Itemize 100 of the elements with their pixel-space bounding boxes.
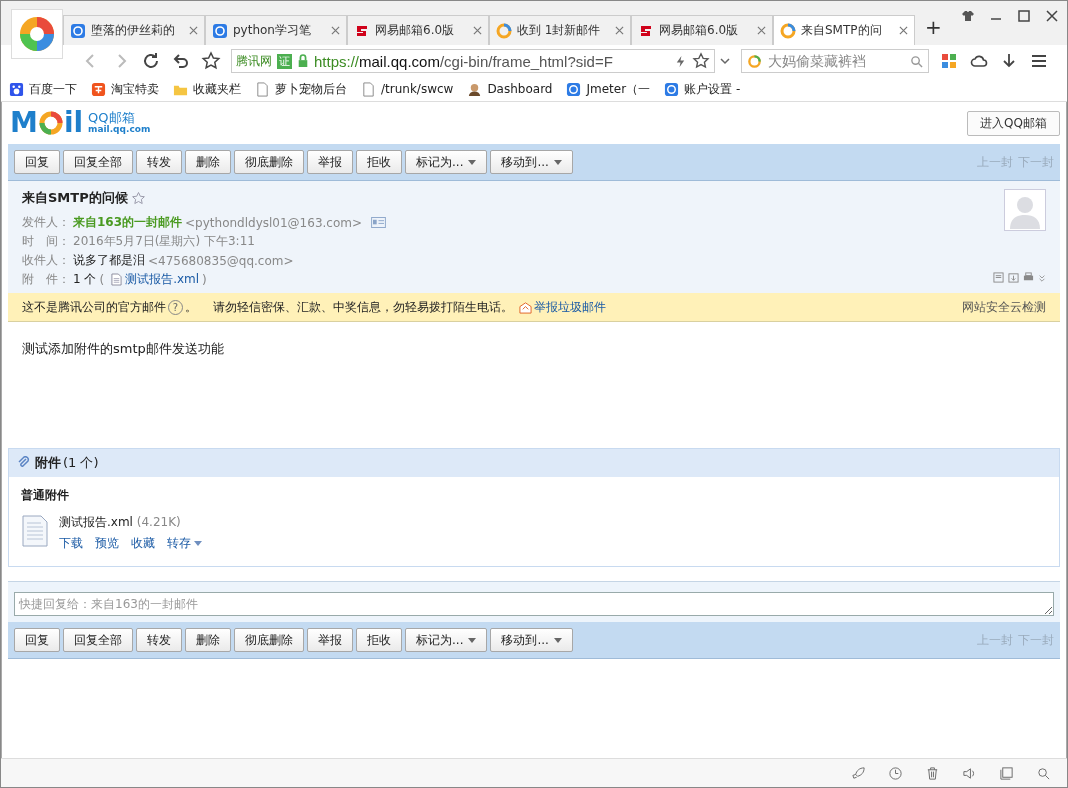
toolbar-button[interactable]: 移动到... xyxy=(490,150,573,174)
toolbar-button[interactable]: 转发 xyxy=(136,628,182,652)
toolbar-button[interactable]: 举报 xyxy=(307,150,353,174)
close-icon[interactable] xyxy=(757,26,766,35)
toolbar-button[interactable]: 标记为... xyxy=(405,150,488,174)
report-spam-link[interactable]: 举报垃圾邮件 xyxy=(534,298,606,316)
security-check-link[interactable]: 网站安全云检测 xyxy=(962,298,1046,316)
app-icon xyxy=(566,81,582,97)
recipient-name[interactable]: 说多了都是泪 xyxy=(73,252,145,269)
toolbar-button[interactable]: 彻底删除 xyxy=(234,628,304,652)
attachment-count: 1 个 xyxy=(73,271,97,288)
maximize-icon[interactable] xyxy=(1017,9,1031,23)
browser-tab[interactable]: 网易邮箱6.0版 xyxy=(631,15,773,45)
bookmark-link[interactable]: 淘宝特卖 xyxy=(91,80,159,98)
close-icon[interactable] xyxy=(1045,9,1059,23)
toolbar-button[interactable]: 回复 xyxy=(14,150,60,174)
toolbar-button[interactable]: 标记为... xyxy=(405,628,488,652)
window-icon[interactable] xyxy=(999,765,1014,781)
browser-logo-icon[interactable] xyxy=(11,9,63,59)
contact-card-icon[interactable] xyxy=(371,217,387,228)
avatar-icon xyxy=(1004,189,1046,231)
toolbar-button[interactable]: 拒收 xyxy=(356,150,402,174)
field-label: 附 件： xyxy=(22,271,70,288)
attachment-action-link[interactable]: 收藏 xyxy=(131,535,155,552)
bookmark-link[interactable]: Jmeter（一 xyxy=(566,80,651,98)
lightning-icon[interactable] xyxy=(674,54,687,68)
star-icon[interactable] xyxy=(130,190,146,206)
clock-icon[interactable] xyxy=(888,765,903,781)
quick-reply-field[interactable]: 快捷回复给：来自163的一封邮件 xyxy=(14,592,1054,616)
close-icon[interactable] xyxy=(615,26,624,35)
speaker-icon[interactable] xyxy=(962,765,977,781)
toolbar-button[interactable]: 彻底删除 xyxy=(234,150,304,174)
field-label: 发件人： xyxy=(22,214,70,231)
bookmark-link[interactable]: 收藏夹栏 xyxy=(173,80,241,98)
browser-tab[interactable]: 堕落的伊丝莉的 xyxy=(63,15,205,45)
document-icon xyxy=(111,273,123,286)
field-label: 时 间： xyxy=(22,233,70,250)
attachment-action-link[interactable]: 下载 xyxy=(59,535,83,552)
toolbar-button[interactable]: 移动到... xyxy=(490,628,573,652)
sent-time: 2016年5月7日(星期六) 下午3:11 xyxy=(73,233,255,250)
certificate-badge: 证 xyxy=(277,53,292,69)
toolbar-button[interactable]: 拒收 xyxy=(356,628,402,652)
ring-icon xyxy=(780,22,796,39)
undo-icon[interactable] xyxy=(171,51,191,71)
paw-icon xyxy=(9,81,24,97)
recipient-address: <475680835@qq.com> xyxy=(148,253,294,268)
toolbar-button[interactable]: 回复全部 xyxy=(63,628,133,652)
search-icon[interactable] xyxy=(910,55,923,68)
paren-text: ) xyxy=(202,272,207,287)
toolbar-button[interactable]: 删除 xyxy=(185,628,231,652)
zoom-icon[interactable] xyxy=(1036,765,1051,781)
toolbar-button[interactable]: 回复全部 xyxy=(63,150,133,174)
app-icon xyxy=(70,22,86,39)
bookmark-link[interactable]: 账户设置 - xyxy=(664,80,741,98)
browser-tab[interactable]: python学习笔 xyxy=(205,15,347,45)
enter-mailbox-button[interactable]: 进入QQ邮箱 xyxy=(967,110,1060,136)
save-icon[interactable] xyxy=(1008,272,1019,283)
new-tab-button[interactable]: + xyxy=(915,15,952,45)
sender-address: <pythondldysl01@163.com> xyxy=(185,215,363,230)
browser-tab[interactable]: 收到 1封新邮件 xyxy=(489,15,631,45)
shirt-icon[interactable] xyxy=(961,9,975,23)
close-icon[interactable] xyxy=(473,26,482,35)
attachment-action-link[interactable]: 转存 xyxy=(167,535,202,552)
browser-tab[interactable]: 来自SMTP的问 xyxy=(773,15,915,45)
mail-subject: 来自SMTP的问候 xyxy=(22,189,128,207)
attachment-action-link[interactable]: 预览 xyxy=(95,535,119,552)
search-field[interactable]: 大妈偷菜藏裤裆 xyxy=(741,49,929,73)
star-icon[interactable] xyxy=(201,51,221,71)
close-icon[interactable] xyxy=(189,26,198,35)
file-size: (4.21K) xyxy=(136,515,181,529)
star-icon[interactable] xyxy=(692,52,710,70)
toolbar-button[interactable]: 举报 xyxy=(307,628,353,652)
warning-text: 这不是腾讯公司的官方邮件 xyxy=(22,298,166,316)
note-icon[interactable] xyxy=(993,272,1004,283)
apps-icon[interactable] xyxy=(939,51,959,71)
toolbar-button[interactable]: 删除 xyxy=(185,150,231,174)
toolbar-button[interactable]: 回复 xyxy=(14,628,60,652)
reload-icon[interactable] xyxy=(141,51,161,71)
bookmark-link[interactable]: /trunk/swcw xyxy=(361,81,454,97)
bookmark-link[interactable]: Dashboard xyxy=(467,81,553,97)
bookmark-link[interactable]: 萝卜宠物后台 xyxy=(255,80,347,98)
attachment-link[interactable]: 测试报告.xml xyxy=(125,271,200,288)
url-text: https://mail.qq.com/cgi-bin/frame_html?sid=F xyxy=(314,52,614,70)
app-icon xyxy=(664,81,680,97)
print-icon[interactable] xyxy=(1023,272,1034,283)
close-icon[interactable] xyxy=(331,26,340,35)
document-icon xyxy=(21,514,49,548)
dropdown-icon[interactable] xyxy=(719,55,731,67)
toolbar-button[interactable]: 转发 xyxy=(136,150,182,174)
attachments-title: 附件 xyxy=(35,454,61,472)
close-icon[interactable] xyxy=(899,26,908,35)
address-bar[interactable]: 腾讯网 证 https://mail.qq.com/cgi-bin/frame_html?sid=F xyxy=(231,49,715,73)
field-label: 收件人： xyxy=(22,252,70,269)
lock-icon xyxy=(297,54,309,68)
attachments-count: (1 个) xyxy=(63,454,99,472)
paperclip-icon xyxy=(17,456,31,470)
trash-icon[interactable] xyxy=(925,765,940,781)
file-name: 测试报告.xml xyxy=(59,515,133,529)
browser-tab[interactable]: 网易邮箱6.0版 xyxy=(347,15,489,45)
bookmark-link[interactable]: 百度一下 xyxy=(9,80,77,98)
